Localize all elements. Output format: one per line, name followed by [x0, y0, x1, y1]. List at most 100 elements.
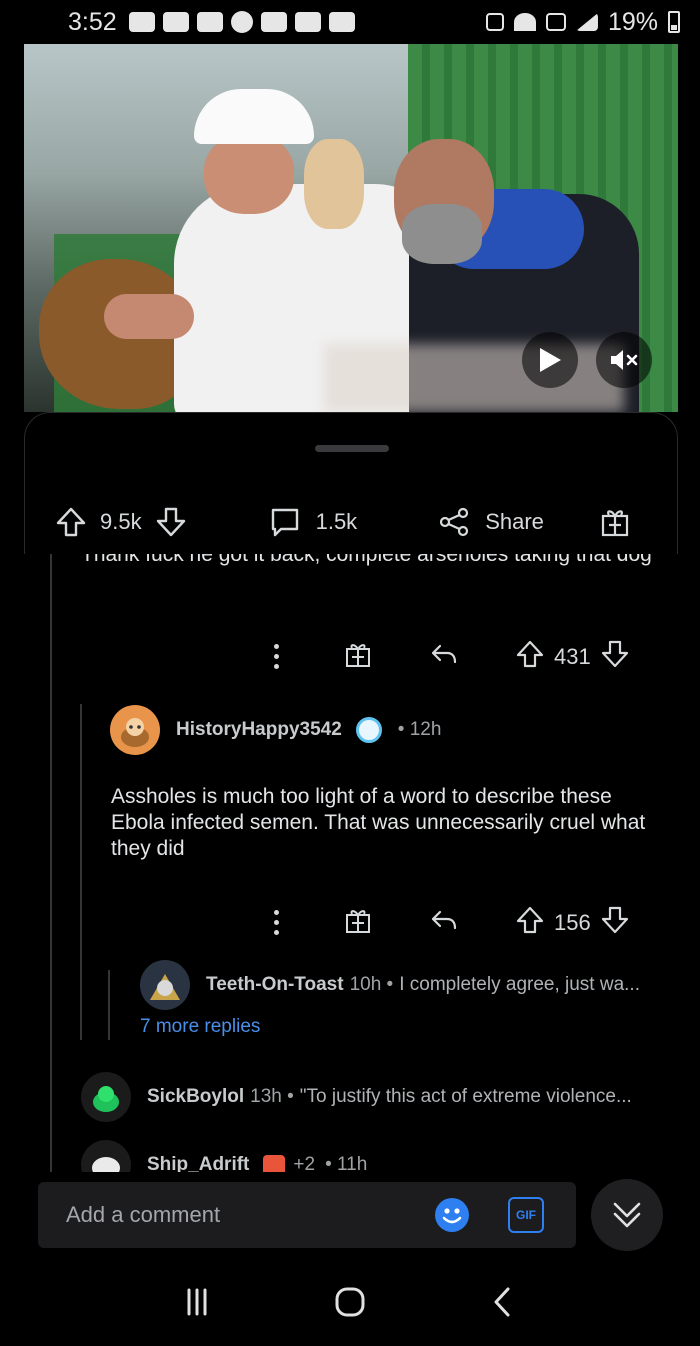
post-vote-group: 9.5k [54, 505, 188, 539]
recent-apps-icon[interactable] [179, 1284, 215, 1320]
collapsed-comment[interactable]: Ship_Adrift +2 • 11h [81, 1140, 367, 1172]
post-comments-button[interactable]: 1.5k [268, 505, 358, 539]
comment-snippet: I completely agree, just wa... [399, 974, 640, 995]
snoo-avatar-icon [150, 974, 180, 1000]
comment-username[interactable]: SickBoylol [147, 1086, 244, 1108]
youtube-icon [196, 12, 223, 32]
notification-icons [128, 11, 355, 33]
award-button[interactable] [342, 638, 374, 675]
upvote-icon[interactable] [54, 505, 88, 539]
comment-input[interactable]: Add a comment GIF [38, 1182, 576, 1248]
gif-button[interactable]: GIF [508, 1197, 544, 1233]
emoji-icon[interactable] [434, 1197, 470, 1233]
mute-vibrate-icon [485, 13, 504, 31]
comment-username[interactable]: HistoryHappy3542 [176, 719, 342, 741]
comment-icon [271, 508, 298, 537]
comment-time: 13h • [250, 1086, 294, 1107]
more-replies-link[interactable]: 7 more replies [140, 1016, 260, 1038]
upvote-icon [516, 906, 544, 934]
comment-body: Assholes is much too light of a word to … [111, 785, 646, 860]
more-options-icon[interactable] [266, 644, 286, 669]
play-button[interactable] [522, 332, 578, 388]
avatar[interactable] [110, 705, 160, 755]
battery-percent: 19% [607, 7, 658, 36]
image-icon [328, 12, 355, 32]
sheet-drag-handle[interactable] [315, 445, 389, 452]
reply-icon [431, 910, 457, 930]
snoo-avatar-icon [92, 1157, 120, 1172]
video-player[interactable] [24, 44, 678, 412]
comment-username[interactable]: Ship_Adrift [147, 1154, 249, 1172]
back-icon[interactable] [485, 1284, 521, 1320]
home-icon[interactable] [332, 1284, 368, 1320]
chat-notification-icon [128, 12, 155, 32]
webtoon-icon [162, 12, 189, 32]
vote-count: 156 [554, 909, 591, 935]
collapse-comments-button[interactable] [591, 1179, 663, 1251]
play-icon [540, 348, 561, 372]
webtoon-icon-2 [294, 12, 321, 32]
post-comment-count: 1.5k [315, 509, 358, 534]
system-status: 19% [485, 7, 680, 37]
downvote-button[interactable] [599, 904, 631, 941]
comment-time: • 12h [397, 719, 442, 740]
award-icon [263, 1155, 286, 1172]
status-bar: 3:52 19% [0, 0, 700, 44]
collapsed-comment[interactable]: SickBoylol 13h • "To justify this act of… [81, 1072, 632, 1122]
reply-button[interactable] [428, 904, 460, 941]
comment-snippet: "To justify this act of extreme violence… [299, 1086, 632, 1107]
comment-input-placeholder: Add a comment [66, 1202, 221, 1227]
post-upvote-count: 9.5k [100, 509, 142, 534]
comment-actions: 431 [266, 638, 631, 675]
reply-icon [431, 644, 457, 664]
upvote-button[interactable] [514, 904, 546, 941]
vote-count: 431 [554, 643, 591, 669]
snoo-avatar-icon [93, 1086, 119, 1112]
status-time: 3:52 [68, 7, 117, 36]
downvote-icon[interactable] [154, 505, 188, 539]
share-icon [440, 507, 469, 537]
avatar[interactable] [140, 960, 190, 1010]
app-notification-icon [230, 11, 253, 33]
post-action-bar: 9.5k 1.5k Share [0, 490, 700, 554]
battery-icon [668, 11, 680, 33]
award-button[interactable] [598, 505, 632, 539]
downvote-button[interactable] [599, 638, 631, 675]
gift-icon [601, 510, 629, 537]
reply-button[interactable] [428, 638, 460, 675]
comment-body: Thank fuck he got it back, complete arse… [81, 554, 652, 566]
share-button[interactable]: Share [437, 505, 544, 539]
user-flair-icon [355, 717, 382, 743]
volte-icon [545, 13, 566, 31]
comment-time: 10h • [349, 974, 394, 995]
android-nav-bar [0, 1258, 700, 1346]
thread-line-nested [80, 704, 82, 1040]
avatar[interactable] [81, 1140, 131, 1172]
signal-icon [575, 13, 598, 31]
thread-line-nested-2 [108, 970, 110, 1040]
mail-icon [260, 12, 287, 32]
comment-username[interactable]: Teeth-On-Toast [206, 974, 344, 996]
downvote-icon [601, 640, 628, 668]
comment-header: HistoryHappy3542 • 12h [110, 705, 441, 755]
avatar[interactable] [81, 1072, 131, 1122]
wifi-icon [513, 13, 536, 31]
upvote-icon [516, 640, 544, 668]
comments-list: Thank fuck he got it back, complete arse… [0, 554, 700, 1172]
collapsed-comment[interactable]: Teeth-On-Toast 10h • I completely agree,… [140, 960, 640, 1010]
comment-actions: 156 [266, 904, 631, 941]
more-options-icon[interactable] [266, 910, 286, 935]
downvote-icon [601, 906, 628, 934]
award-count: +2 [293, 1154, 316, 1172]
gift-icon [346, 644, 370, 667]
upvote-button[interactable] [514, 638, 546, 675]
chevron-double-down-icon [613, 1202, 641, 1228]
mute-button[interactable] [596, 332, 652, 388]
gift-icon [346, 910, 370, 933]
share-label: Share [485, 509, 544, 534]
award-button[interactable] [342, 904, 374, 941]
volume-muted-icon [611, 350, 638, 370]
thread-line [50, 554, 52, 1172]
comment-time: • 11h [325, 1154, 368, 1172]
snoo-avatar-icon [121, 718, 149, 747]
